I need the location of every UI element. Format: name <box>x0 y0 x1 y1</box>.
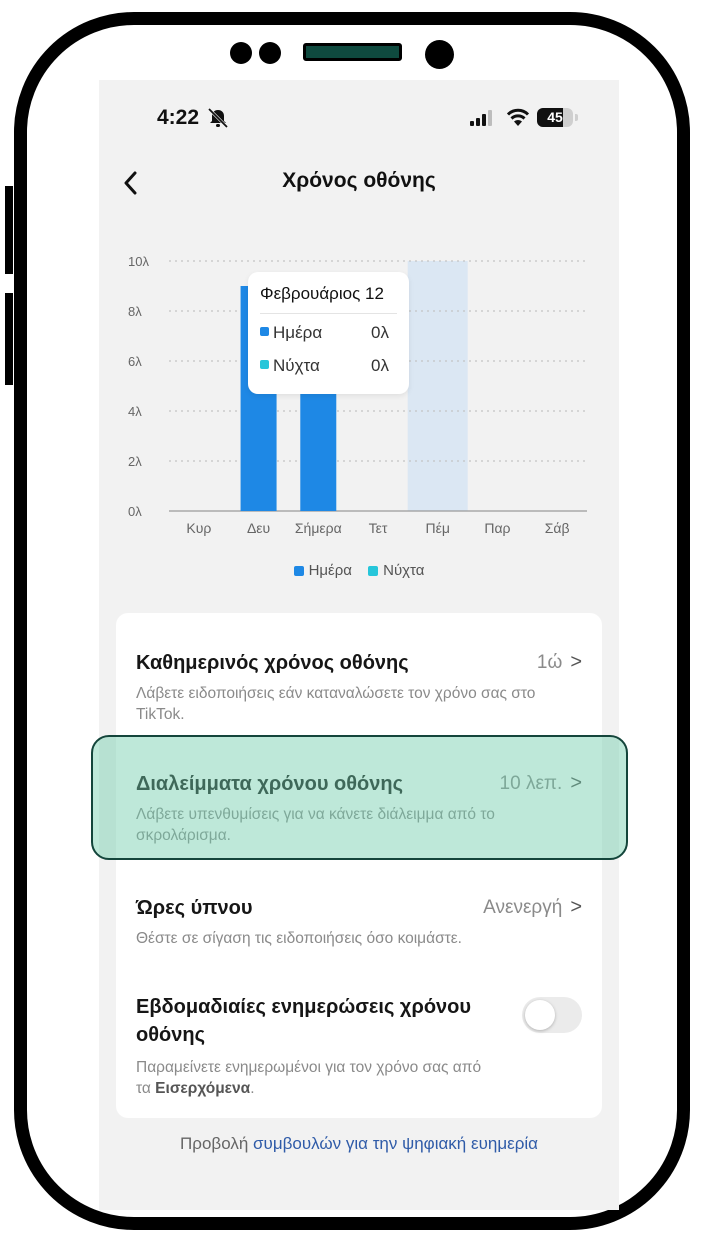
status-time: 4:22 <box>157 106 200 129</box>
weekly-desc-suffix: . <box>250 1080 255 1097</box>
sleep-value-text: Ανενεργή <box>483 897 563 918</box>
speaker-bar <box>303 43 402 61</box>
x-tick-label: Δευ <box>247 520 270 536</box>
legend-item-day: Ημέρα <box>293 562 352 579</box>
day-swatch <box>260 327 269 336</box>
legend-day-swatch <box>293 566 304 576</box>
night-swatch <box>260 360 269 369</box>
sleep-hours-desc: Θέστε σε σίγαση τις ειδοποιήσεις όσο κοι… <box>136 930 462 947</box>
chart-legend: Ημέρα Νύχτα <box>99 562 619 579</box>
tooltip-title: Φεβρουάριος 12 <box>260 284 397 314</box>
tooltip-row-night: Νύχτα 0λ <box>260 356 397 380</box>
x-tick-label: Παρ <box>484 520 510 536</box>
tooltip-night-label: Νύχτα <box>273 356 320 375</box>
x-tick-label: Κυρ <box>186 520 211 536</box>
side-button-volume-up <box>5 186 13 274</box>
screen: 4:22 45 Χρόνος οθόνης 0λ 2λ 4λ 6λ 8λ 10λ Κυρ Δε… <box>99 80 619 1210</box>
y-tick-label: 8λ <box>128 304 142 319</box>
side-button-volume-down <box>5 293 13 385</box>
y-tick-label: 0λ <box>128 504 142 519</box>
y-tick-label: 4λ <box>128 404 142 419</box>
daily-value-text: 1ώ <box>536 652 563 673</box>
y-tick-label: 6λ <box>128 354 142 369</box>
toggle-knob <box>525 1000 555 1030</box>
legend-night-swatch <box>368 566 379 576</box>
daily-screen-time-row[interactable]: Καθημερινός χρόνος οθόνης 1ώ > Λάβετε ειδ… <box>136 649 582 725</box>
wifi-icon <box>506 108 530 126</box>
footer: Προβολή συμβουλών για την ψηφιακή ευημερ… <box>99 1134 619 1154</box>
legend-night-label: Νύχτα <box>383 562 425 579</box>
weekly-updates-toggle[interactable] <box>522 997 582 1033</box>
tooltip-row-day: Ημέρα 0λ <box>260 323 397 347</box>
settings-card: Καθημερινός χρόνος οθόνης 1ώ > Λάβετε ειδ… <box>116 613 602 1118</box>
signal-icon <box>470 110 492 126</box>
notch-dot-right <box>259 42 281 64</box>
footer-prefix: Προβολή <box>180 1134 254 1153</box>
tooltip-day-value: 0λ <box>371 323 389 342</box>
daily-screen-time-desc: Λάβετε ειδοποιήσεις εάν καταναλώσετε τον… <box>136 685 536 723</box>
selected-day-highlight <box>407 261 468 511</box>
chevron-right-icon: > <box>570 651 582 673</box>
page-title: Χρόνος οθόνης <box>282 169 436 192</box>
tooltip-day-label: Ημέρα <box>273 323 323 342</box>
bell-muted-icon <box>207 108 229 128</box>
y-tick-label: 2λ <box>128 454 142 469</box>
weekly-updates-desc: Παραμείνετε ενημερωμένοι για τον χρόνο σ… <box>136 1057 496 1099</box>
chevron-right-icon: > <box>570 896 582 918</box>
tooltip-night-value: 0λ <box>371 356 389 375</box>
notch-dot-left <box>230 42 252 64</box>
inbox-label: Εισερχόμενα <box>155 1080 251 1097</box>
chart-tooltip: Φεβρουάριος 12 Ημέρα 0λ Νύχτα 0λ <box>248 272 409 394</box>
sleep-hours-row[interactable]: Ώρες ύπνου Ανενεργή > Θέστε σε σίγαση τις… <box>136 894 582 949</box>
x-tick-label: Τετ <box>369 520 388 536</box>
x-tick-label: Πέμ <box>426 520 450 536</box>
legend-day-label: Ημέρα <box>308 562 352 579</box>
weekly-updates-title: Εβδομαδιαίες ενημερώσεις χρόνου οθόνης <box>136 996 472 1046</box>
weekly-updates-row: Εβδομαδιαίες ενημερώσεις χρόνου οθόνης Π… <box>136 993 582 1099</box>
digital-wellbeing-tips-link[interactable]: συμβουλών για την ψηφιακή ευημερία <box>253 1134 538 1153</box>
x-tick-label: Σάβ <box>545 520 570 536</box>
legend-item-night: Νύχτα <box>368 562 424 579</box>
sleep-hours-value: Ανενεργή > <box>483 896 582 919</box>
highlight-overlay <box>91 735 628 860</box>
x-tick-label: Σήμερα <box>295 520 342 536</box>
camera-dot <box>425 40 454 69</box>
battery-icon: 45 <box>537 108 578 127</box>
y-tick-label: 10λ <box>128 254 149 269</box>
daily-screen-time-value: 1ώ > <box>537 651 582 674</box>
daily-screen-time-title: Καθημερινός χρόνος οθόνης <box>136 652 409 674</box>
battery-level: 45 <box>547 109 563 125</box>
